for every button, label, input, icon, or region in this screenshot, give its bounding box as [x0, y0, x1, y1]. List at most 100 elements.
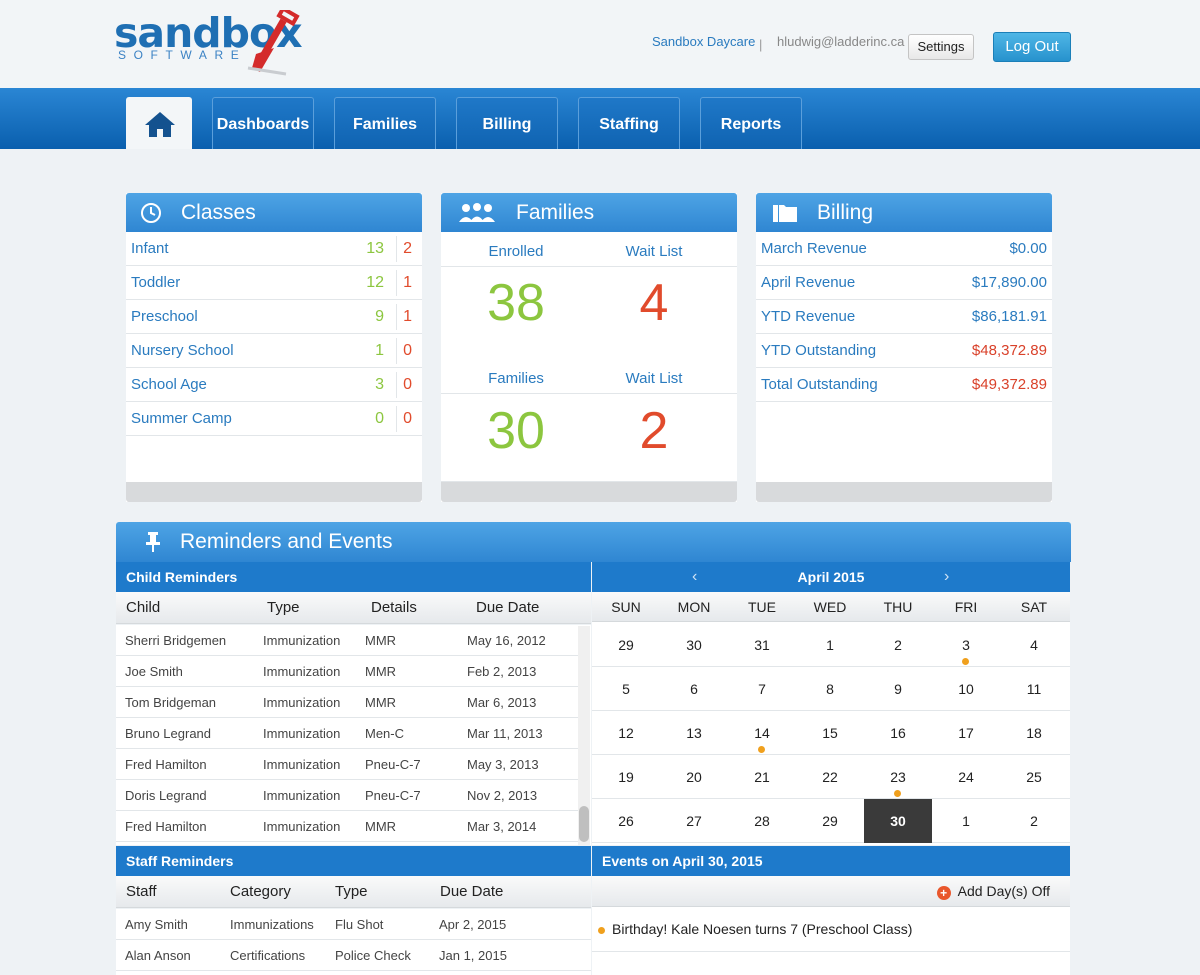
child-reminder-row[interactable]: Fred Hamilton Immunization Pneu-C-7 May 3, … [116, 749, 578, 780]
families-count[interactable]: 30 [447, 401, 585, 461]
billing-row[interactable]: April Revenue $17,890.00 [756, 266, 1052, 300]
calendar-day[interactable]: 28 [728, 799, 796, 843]
billing-label[interactable]: March Revenue [761, 232, 867, 266]
billing-label[interactable]: Total Outstanding [761, 368, 878, 402]
class-row[interactable]: Nursery School 1 0 [126, 334, 422, 368]
calendar-day[interactable]: 15 [796, 711, 864, 755]
tab-dashboards[interactable]: Dashboards [212, 97, 314, 149]
child-reminders-list[interactable]: Sherri Bridgemen Immunization MMR May 16, 2… [116, 625, 591, 845]
calendar-day[interactable]: 4 [1000, 623, 1068, 667]
folder-icon [773, 205, 797, 222]
calendar-day[interactable]: 1 [932, 799, 1000, 843]
class-enrolled-count: 1 [375, 342, 384, 359]
billing-row[interactable]: YTD Outstanding $48,372.89 [756, 334, 1052, 368]
col-type[interactable]: Type [335, 876, 368, 908]
billing-label[interactable]: YTD Outstanding [761, 334, 876, 368]
class-name[interactable]: Nursery School [131, 334, 234, 368]
add-days-off-button[interactable]: + Add Day(s) Off [936, 876, 1050, 906]
waitlist-count[interactable]: 4 [585, 273, 723, 333]
calendar-day[interactable]: 18 [1000, 711, 1068, 755]
calendar-day[interactable]: 5 [592, 667, 660, 711]
calendar-day[interactable]: 26 [592, 799, 660, 843]
billing-row[interactable]: YTD Revenue $86,181.91 [756, 300, 1052, 334]
reminder-type: Immunization [263, 633, 341, 648]
event-item[interactable]: Birthday! Kale Noesen turns 7 (Preschool… [598, 921, 912, 937]
calendar-day[interactable]: 30 [864, 799, 932, 843]
staff-reminder-row[interactable]: Alan Anson Certifications Police Check Jan … [116, 940, 591, 971]
col-due-date[interactable]: Due Date [476, 592, 539, 624]
calendar-day[interactable]: 12 [592, 711, 660, 755]
calendar-day[interactable]: 20 [660, 755, 728, 799]
tab-home[interactable] [126, 97, 192, 149]
class-name[interactable]: Infant [131, 232, 169, 266]
calendar-day[interactable]: 11 [1000, 667, 1068, 711]
reminder-type: Flu Shot [335, 917, 384, 932]
calendar-day[interactable]: 21 [728, 755, 796, 799]
waitlist2-count[interactable]: 2 [585, 401, 723, 461]
calendar-day[interactable]: 19 [592, 755, 660, 799]
child-reminder-row[interactable]: Fred Hamilton Immunization MMR Mar 3, 2014 [116, 811, 578, 842]
calendar-day[interactable]: 16 [864, 711, 932, 755]
billing-label[interactable]: YTD Revenue [761, 300, 855, 334]
calendar-day[interactable]: 13 [660, 711, 728, 755]
event-indicator-icon [894, 790, 901, 797]
child-reminder-row[interactable]: Sherri Bridgemen Immunization MMR May 16, 2… [116, 625, 578, 656]
billing-row[interactable]: March Revenue $0.00 [756, 232, 1052, 266]
calendar-day[interactable]: 24 [932, 755, 1000, 799]
calendar-day[interactable]: 31 [728, 623, 796, 667]
tab-staffing[interactable]: Staffing [578, 97, 680, 149]
col-category[interactable]: Category [230, 876, 291, 908]
child-reminder-row[interactable]: Tom Bridgeman Immunization MMR Mar 6, 2013 [116, 687, 578, 718]
tab-billing[interactable]: Billing [456, 97, 558, 149]
calendar-day[interactable]: 29 [592, 623, 660, 667]
calendar-day[interactable]: 8 [796, 667, 864, 711]
class-name[interactable]: Preschool [131, 300, 198, 334]
calendar-day[interactable]: 7 [728, 667, 796, 711]
calendar-day[interactable]: 10 [932, 667, 1000, 711]
class-row[interactable]: Preschool 9 1 [126, 300, 422, 334]
class-name[interactable]: School Age [131, 368, 207, 402]
child-reminder-row[interactable]: Joe Smith Immunization MMR Feb 2, 2013 [116, 656, 578, 687]
calendar-day[interactable]: 2 [864, 623, 932, 667]
calendar-day[interactable]: 27 [660, 799, 728, 843]
settings-button[interactable]: Settings [908, 34, 974, 60]
billing-label[interactable]: April Revenue [761, 266, 855, 300]
class-row[interactable]: Toddler 12 1 [126, 266, 422, 300]
col-details[interactable]: Details [371, 592, 417, 624]
billing-row[interactable]: Total Outstanding $49,372.89 [756, 368, 1052, 402]
col-child[interactable]: Child [126, 592, 160, 624]
logout-button[interactable]: Log Out [993, 32, 1071, 62]
calendar-day[interactable]: 30 [660, 623, 728, 667]
class-row[interactable]: Infant 13 2 [126, 232, 422, 266]
col-type[interactable]: Type [267, 592, 300, 624]
calendar-day[interactable]: 17 [932, 711, 1000, 755]
child-reminder-row[interactable]: Doris Legrand Immunization Pneu-C-7 Nov 2, … [116, 780, 578, 811]
tab-reports[interactable]: Reports [700, 97, 802, 149]
reminder-category: Certifications [230, 948, 306, 963]
calendar-day[interactable]: 25 [1000, 755, 1068, 799]
col-staff[interactable]: Staff [126, 876, 157, 908]
calendar-day[interactable]: 1 [796, 623, 864, 667]
scrollbar-thumb[interactable] [579, 806, 589, 842]
calendar-day[interactable]: 2 [1000, 799, 1068, 843]
child-reminder-row[interactable]: Bruno Legrand Immunization Men-C Mar 11, 20… [116, 718, 578, 749]
next-month-button[interactable]: › [944, 562, 949, 592]
class-row[interactable]: School Age 3 0 [126, 368, 422, 402]
classes-title: Classes [181, 201, 256, 224]
class-name[interactable]: Toddler [131, 266, 180, 300]
class-name[interactable]: Summer Camp [131, 402, 232, 436]
calendar-day[interactable]: 22 [796, 755, 864, 799]
calendar-day[interactable]: 9 [864, 667, 932, 711]
class-row[interactable]: Summer Camp 0 0 [126, 402, 422, 436]
sandbox-logo[interactable]: sandbox SOFTWARE [114, 8, 324, 76]
tab-families[interactable]: Families [334, 97, 436, 149]
calendar-day[interactable]: 29 [796, 799, 864, 843]
staff-reminders-header: Staff Reminders [116, 846, 591, 876]
col-due-date[interactable]: Due Date [440, 876, 503, 908]
organization-link[interactable]: Sandbox Daycare [652, 34, 755, 49]
staff-reminder-row[interactable]: Amy Smith Immunizations Flu Shot Apr 2, 201… [116, 909, 591, 940]
calendar-day[interactable]: 6 [660, 667, 728, 711]
enrolled-count[interactable]: 38 [447, 273, 585, 333]
prev-month-button[interactable]: ‹ [692, 562, 697, 592]
staff-reminders-list[interactable]: Amy Smith Immunizations Flu Shot Apr 2, 201… [116, 909, 591, 975]
